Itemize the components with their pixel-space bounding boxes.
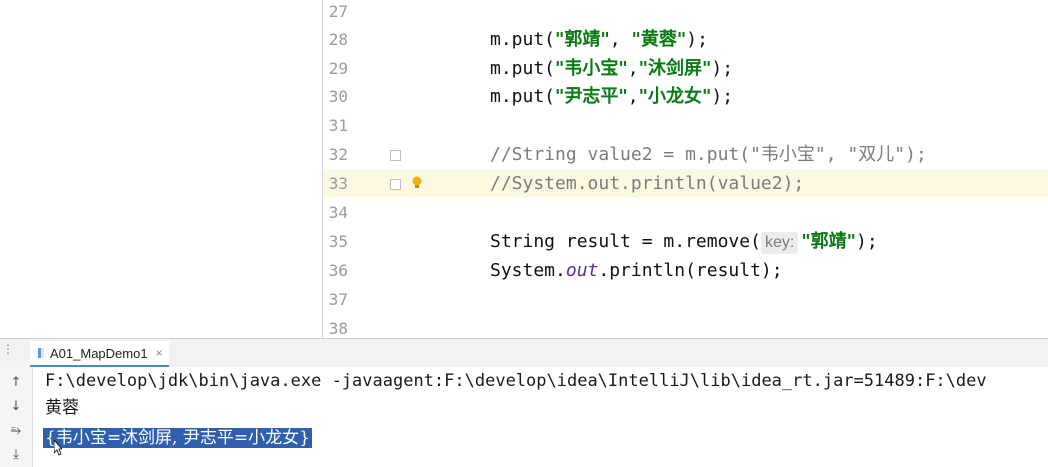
comment: //System.out.println(value2);: [490, 173, 805, 194]
line-number: 34: [328, 203, 348, 222]
string-literal: "尹志平": [555, 86, 628, 107]
code-line-32[interactable]: //String value2 = m.put("韦小宝", "双儿");: [490, 140, 927, 169]
line-number: 32: [328, 145, 348, 164]
fold-end-icon[interactable]: [390, 179, 401, 190]
console-line-selected[interactable]: {韦小宝=沐剑屏, 尹志平=小龙女}: [43, 425, 312, 451]
code-token: );: [686, 29, 708, 50]
code-token: );: [711, 86, 734, 107]
code-token: ,: [609, 29, 632, 50]
lightbulb-icon[interactable]: [411, 176, 423, 190]
string-literal: "沐剑屏": [638, 58, 712, 79]
editor-left-blank: [0, 0, 282, 338]
run-tab-bar: A01_MapDemo1 ×: [0, 338, 1048, 368]
code-token: );: [856, 231, 878, 252]
run-console[interactable]: F:\develop\jdk\bin\java.exe -javaagent:F…: [33, 367, 1048, 467]
static-field: out: [565, 260, 599, 281]
selected-text: {韦小宝=沐剑屏, 尹志平=小龙女}: [43, 428, 312, 448]
line-number: 27: [328, 2, 348, 21]
string-literal: "黄蓉": [631, 29, 687, 50]
soft-wrap-icon[interactable]: ⥱: [6, 421, 26, 441]
line-number: 29: [328, 59, 348, 78]
fold-start-icon[interactable]: [390, 150, 401, 161]
code-token: .println(result);: [598, 260, 783, 281]
string-literal: "小龙女": [638, 86, 712, 107]
comment: //String value2 = m.put("韦小宝", "双儿");: [490, 144, 927, 165]
mouse-cursor-icon: [54, 440, 62, 456]
code-line-30[interactable]: m.put("尹志平","小龙女");: [490, 82, 733, 111]
line-number: 36: [328, 261, 348, 280]
run-tab-label: A01_MapDemo1: [50, 345, 148, 361]
code-token: m.put(: [490, 58, 556, 79]
line-number: 35: [328, 232, 348, 251]
code-token: String result = m.remove(: [490, 231, 761, 252]
line-number: 33: [328, 174, 348, 193]
code-token: ,: [627, 58, 639, 79]
code-line-36[interactable]: System.out.println(result);: [490, 256, 783, 285]
code-token: ,: [627, 86, 639, 107]
line-number: 37: [328, 290, 348, 309]
line-number: 30: [328, 87, 348, 106]
arrow-down-icon[interactable]: ↓: [6, 397, 26, 417]
string-literal: "郭靖": [801, 231, 857, 252]
line-number: 28: [328, 30, 348, 49]
string-literal: "韦小宝": [555, 58, 628, 79]
console-line: F:\develop\jdk\bin\java.exe -javaagent:F…: [45, 371, 987, 391]
code-line-28[interactable]: m.put("郭靖", "黄蓉");: [490, 25, 708, 54]
code-token: System.: [490, 260, 566, 281]
line-number: 31: [328, 116, 348, 135]
run-config-icon: [38, 348, 44, 358]
code-line-33[interactable]: //System.out.println(value2);: [490, 169, 804, 198]
string-literal: "郭靖": [555, 29, 610, 50]
more-icon[interactable]: ⋮: [2, 342, 14, 356]
run-toolbar: ↑ ↓ ⥱ ⤓: [0, 367, 33, 467]
code-line-29[interactable]: m.put("韦小宝","沐剑屏");: [490, 54, 733, 83]
console-line: 黄蓉: [45, 398, 79, 418]
arrow-up-icon[interactable]: ↑: [6, 373, 26, 393]
parameter-hint: key:: [760, 232, 799, 254]
code-token: m.put(: [490, 29, 556, 50]
run-tab-a01-mapdemo1[interactable]: A01_MapDemo1 ×: [30, 341, 169, 368]
close-icon[interactable]: ×: [156, 346, 163, 360]
code-editor[interactable]: 27 28 29 30 31 32 33 34 35 36 37 38 m.pu…: [0, 0, 1048, 338]
code-token: m.put(: [490, 86, 556, 107]
code-line-35[interactable]: String result = m.remove(key: "郭靖");: [490, 227, 878, 256]
code-token: );: [711, 58, 734, 79]
scroll-to-end-icon[interactable]: ⤓: [6, 445, 26, 465]
